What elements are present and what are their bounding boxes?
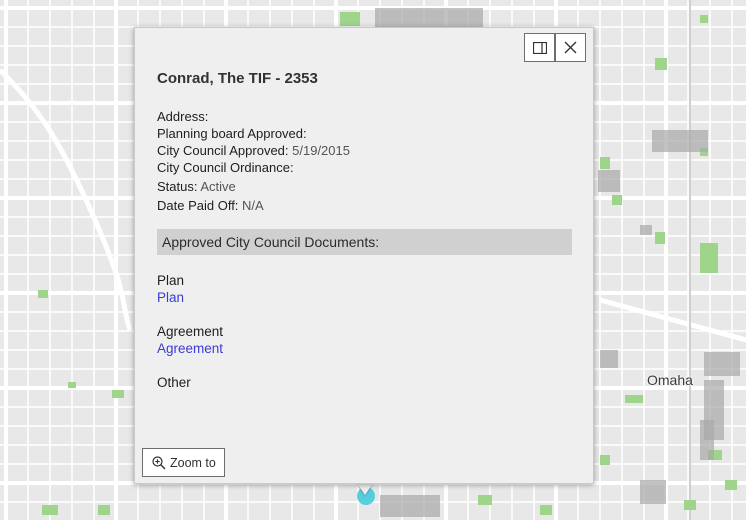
- park: [655, 58, 667, 70]
- park: [42, 505, 58, 515]
- park: [655, 232, 665, 244]
- document-link-plan[interactable]: Plan: [157, 290, 184, 305]
- field-planning-board: Planning board Approved:: [157, 125, 350, 142]
- building: [375, 8, 483, 28]
- field-city-council-approved: City Council Approved: 5/19/2015: [157, 142, 350, 159]
- zoom-in-icon: [152, 455, 166, 469]
- building: [704, 352, 740, 376]
- park: [478, 495, 492, 505]
- close-button[interactable]: [555, 33, 586, 62]
- field-address: Address:: [157, 108, 350, 125]
- popup-pointer: [357, 483, 373, 495]
- document-heading-plan: Plan: [157, 273, 185, 288]
- building: [640, 225, 652, 235]
- park: [540, 505, 552, 515]
- zoom-to-label: Zoom to: [170, 455, 216, 470]
- field-label: Planning board Approved:: [157, 126, 307, 141]
- park: [725, 480, 737, 490]
- building: [652, 130, 708, 152]
- park: [700, 15, 708, 23]
- field-value: Active: [200, 179, 236, 194]
- field-status: Status: Active: [157, 178, 350, 195]
- park: [600, 157, 610, 169]
- park: [340, 12, 360, 26]
- field-label: City Council Approved:: [157, 143, 289, 158]
- building: [640, 480, 666, 504]
- field-value: 5/19/2015: [292, 143, 350, 158]
- park: [112, 390, 124, 398]
- document-heading-other: Other: [157, 375, 191, 390]
- field-label: City Council Ordinance:: [157, 160, 294, 175]
- field-date-paid-off: Date Paid Off: N/A: [157, 197, 350, 214]
- dock-button[interactable]: [524, 33, 555, 62]
- field-city-council-ordinance: City Council Ordinance:: [157, 159, 350, 176]
- park: [684, 500, 696, 510]
- close-icon: [564, 41, 577, 54]
- park: [612, 195, 622, 205]
- attribute-fields: Address: Planning board Approved: City C…: [157, 108, 350, 214]
- document-link-agreement[interactable]: Agreement: [157, 341, 223, 356]
- field-label: Date Paid Off:: [157, 198, 239, 213]
- building: [598, 170, 620, 192]
- zoom-to-button[interactable]: Zoom to: [142, 448, 225, 477]
- field-value: N/A: [242, 198, 264, 213]
- city-label-omaha: Omaha: [647, 372, 693, 388]
- park: [700, 243, 718, 273]
- field-label: Address:: [157, 109, 209, 124]
- park: [68, 382, 76, 388]
- building: [700, 420, 714, 460]
- building: [380, 495, 440, 517]
- document-heading-agreement: Agreement: [157, 324, 224, 339]
- park: [38, 290, 48, 298]
- popup-title: Conrad, The TIF - 2353: [157, 70, 318, 87]
- park: [600, 455, 610, 465]
- building: [600, 350, 618, 368]
- dock-icon: [532, 41, 547, 54]
- field-label: Status:: [157, 179, 198, 194]
- documents-section-header: Approved City Council Documents:: [157, 229, 572, 255]
- park: [625, 395, 643, 403]
- park: [98, 505, 110, 515]
- feature-popup: Conrad, The TIF - 2353 Address: Planning…: [134, 27, 594, 484]
